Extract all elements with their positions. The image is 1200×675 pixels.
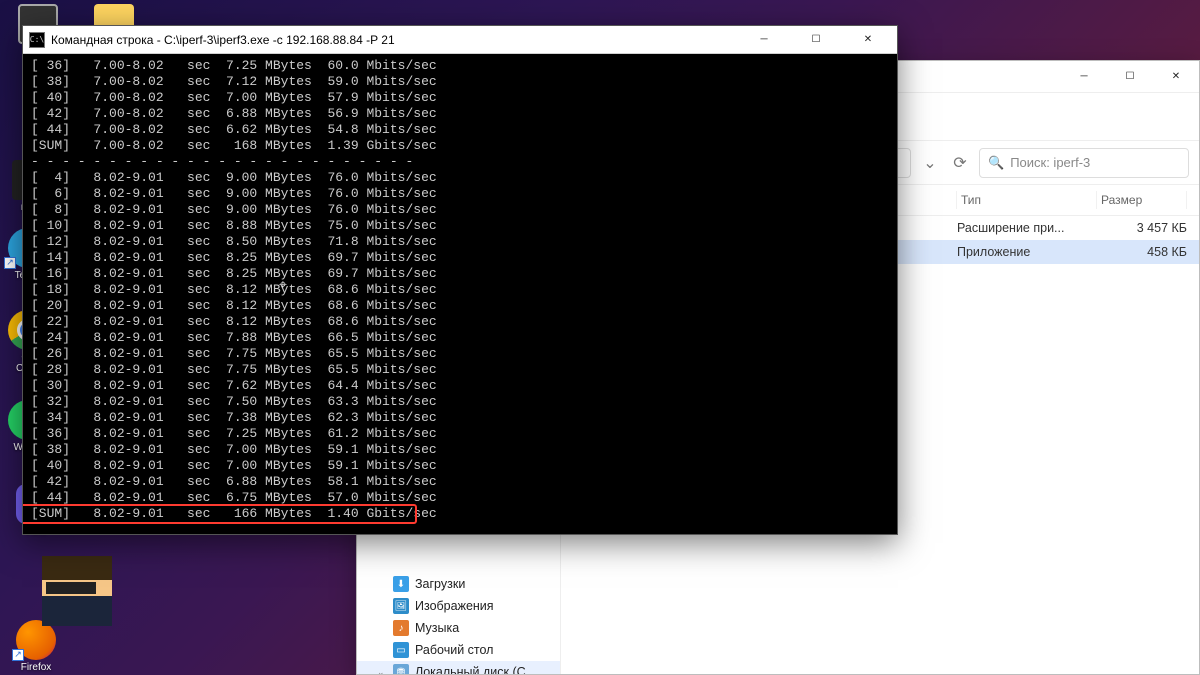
tree-folder-icon: ⛃ <box>393 664 409 674</box>
highlight-rect <box>23 504 417 524</box>
tree-item-label: Локальный диск (C <box>415 665 526 674</box>
tree-folder-icon: ⬇ <box>393 576 409 592</box>
col-type[interactable]: Тип <box>957 191 1097 209</box>
minimize-button[interactable]: ─ <box>1061 62 1107 92</box>
search-placeholder: Поиск: iperf-3 <box>1010 155 1090 170</box>
cell-type: Приложение <box>957 245 1097 259</box>
desktop-icon-firefox[interactable]: ↗ Firefox <box>10 620 62 673</box>
tree-item[interactable]: ♪ Музыка <box>357 617 560 639</box>
search-box[interactable]: 🔍 Поиск: iperf-3 <box>979 148 1189 178</box>
cell-type: Расширение при... <box>957 221 1097 235</box>
close-button[interactable]: ✕ <box>1153 62 1199 92</box>
mouse-cursor-icon: ⌖ <box>279 278 287 294</box>
cmd-title-text: Командная строка - C:\iperf-3\iperf3.exe… <box>51 33 735 47</box>
shortcut-badge-icon: ↗ <box>4 257 16 269</box>
cmd-icon: C:\ <box>29 32 45 48</box>
maximize-button[interactable]: ☐ <box>793 27 839 53</box>
col-size[interactable]: Размер <box>1097 191 1187 209</box>
chevron-icon: ⌄ <box>377 667 387 675</box>
tree-item-label: Музыка <box>415 621 459 635</box>
cmd-window[interactable]: C:\ Командная строка - C:\iperf-3\iperf3… <box>22 25 898 535</box>
tree-folder-icon: ▭ <box>393 642 409 658</box>
icon-label: Firefox <box>10 662 62 673</box>
maximize-button[interactable]: ☐ <box>1107 62 1153 92</box>
search-icon: 🔍 <box>988 155 1004 171</box>
minimize-button[interactable]: ─ <box>741 27 787 53</box>
tree-item-label: Загрузки <box>415 577 465 591</box>
tree-item[interactable]: ▭ Рабочий стол <box>357 639 560 661</box>
tree-item[interactable]: ⬇ Загрузки <box>357 573 560 595</box>
tree-folder-icon: 🖼 <box>393 598 409 614</box>
cell-size: 3 457 КБ <box>1097 221 1187 235</box>
tree-item[interactable]: ⌄ ⛃ Локальный диск (C <box>357 661 560 674</box>
wallpaper-character-icon <box>42 556 112 626</box>
cmd-output[interactable]: [ 36] 7.00-8.02 sec 7.25 MBytes 60.0 Mbi… <box>23 54 897 534</box>
cmd-titlebar[interactable]: C:\ Командная строка - C:\iperf-3\iperf3… <box>23 26 897 54</box>
cell-size: 458 КБ <box>1097 245 1187 259</box>
shortcut-badge-icon: ↗ <box>12 649 24 661</box>
refresh-button[interactable]: ⟳ <box>949 152 971 174</box>
tree-folder-icon: ♪ <box>393 620 409 636</box>
address-dropdown[interactable]: ⌄ <box>919 152 941 174</box>
close-button[interactable]: ✕ <box>845 27 891 53</box>
tree-item-label: Изображения <box>415 599 494 613</box>
tree-item-label: Рабочий стол <box>415 643 493 657</box>
tree-item[interactable]: 🖼 Изображения <box>357 595 560 617</box>
